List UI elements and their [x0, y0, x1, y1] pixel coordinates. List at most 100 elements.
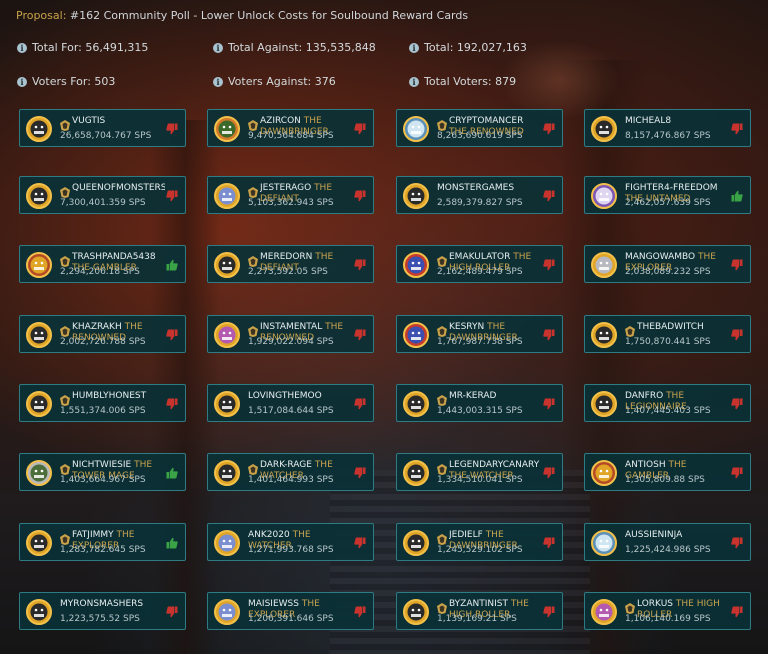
cross-emblem-icon	[437, 599, 447, 614]
voter-name[interactable]: THEBADWITCH	[637, 322, 730, 333]
voter-username: MANGOWAMBO	[625, 252, 696, 262]
goblin-icon	[25, 529, 53, 557]
voter-card[interactable]: ANTIOSH THE GAMBLER 1,305,809.88 SPS	[584, 453, 751, 491]
voter-card[interactable]: MR-KERAD 1,443,003.315 SPS	[396, 384, 563, 422]
voter-card[interactable]: ANK2020 THE WATCHER 1,271,993.768 SPS	[207, 523, 374, 561]
voter-sps-amount: 1,206,391.646 SPS	[248, 614, 334, 624]
info-icon[interactable]: i	[213, 42, 223, 53]
goblin-icon	[402, 459, 430, 487]
voter-sps-amount: 9,470,564.684 SPS	[248, 131, 334, 141]
voter-card[interactable]: DARK-RAGE THE WATCHER 1,401,464.993 SPS	[207, 453, 374, 491]
voter-sps-amount: 1,443,003.315 SPS	[437, 406, 523, 416]
voter-sps-amount: 2,038,089.232 SPS	[625, 267, 711, 277]
thumbs-down-icon	[543, 123, 555, 135]
mage-icon	[213, 321, 241, 349]
voter-name[interactable]: MYRONSMASHERS	[60, 599, 165, 610]
thumbs-down-icon	[354, 190, 366, 202]
voter-card[interactable]: MONSTERGAMES 2,589,379.827 SPS	[396, 176, 563, 214]
voter-card[interactable]: FATJIMMY THE EXPLORER 1,283,782.645 SPS	[19, 523, 186, 561]
voter-username: AUSSIENINJA	[625, 530, 683, 540]
gem-emblem-icon	[60, 183, 70, 198]
star-emblem-icon	[248, 183, 258, 198]
voter-name[interactable]: MR-KERAD	[449, 391, 542, 402]
goblin-icon	[590, 390, 618, 418]
voter-card[interactable]: JEDIELF THE DAWNBRINGER 1,245,529.102 SPS	[396, 523, 563, 561]
voter-card[interactable]: LEGENDARYCANARY THE WATCHER 1,334,510.041…	[396, 453, 563, 491]
voter-username: LOVINGTHEMOO	[248, 391, 322, 401]
voter-card[interactable]: MICHEAL8 8,157,476.867 SPS	[584, 109, 751, 147]
voter-card[interactable]: VUGTIS 26,658,704.767 SPS	[19, 109, 186, 147]
thumbs-down-icon	[543, 467, 555, 479]
voter-card[interactable]: MEREDORN THE DEFIANT 2,273,592.05 SPS	[207, 245, 374, 283]
beast-icon	[25, 251, 53, 279]
voters-against-text: Voters Against: 376	[228, 75, 336, 88]
voter-card[interactable]: FIGHTER4-FREEDOM THE UNTAMED 2,462,057.63…	[584, 176, 751, 214]
voter-card[interactable]: KHAZRAKH THE RENOWNED 2,002,726.788 SPS	[19, 315, 186, 353]
voter-sps-amount: 26,658,704.767 SPS	[60, 131, 152, 141]
voter-card[interactable]: MANGOWAMBO THE EXPLORER 2,038,089.232 SPS	[584, 245, 751, 283]
voter-card[interactable]: JESTERAGO THE DEFIANT 5,103,362.943 SPS	[207, 176, 374, 214]
thumbs-up-icon	[166, 259, 178, 271]
thumbs-down-icon	[354, 537, 366, 549]
info-icon[interactable]: i	[409, 76, 419, 87]
voter-card[interactable]: AUSSIENINJA 1,225,424.986 SPS	[584, 523, 751, 561]
voter-card[interactable]: THEBADWITCH 1,750,870.441 SPS	[584, 315, 751, 353]
voter-card[interactable]: DANFRO THE LEGIONNAIRE 1,407,445.403 SPS	[584, 384, 751, 422]
voter-card[interactable]: KESRYN THE DAWNBRINGER 1,767,987.738 SPS	[396, 315, 563, 353]
voter-name[interactable]: VUGTIS	[72, 116, 165, 127]
goblin-icon	[402, 182, 430, 210]
voter-card[interactable]: NICHTWIESIE THE TOWER MAGE 1,403,664.967 …	[19, 453, 186, 491]
thumbs-down-icon	[354, 398, 366, 410]
thumbs-down-icon	[731, 537, 743, 549]
tower-emblem-icon	[437, 391, 447, 406]
voter-name[interactable]: MONSTERGAMES	[437, 183, 542, 194]
total-voters-stat: i Total Voters: 879	[409, 75, 516, 88]
voter-username: MAISIEWSS	[248, 599, 299, 609]
goblin-icon	[25, 598, 53, 626]
thumbs-down-icon	[731, 606, 743, 618]
voter-card[interactable]: BYZANTINIST THE HIGH ROLLER 1,139,169.21 …	[396, 592, 563, 630]
voter-card[interactable]: CRYPTOMANCER THE RENOWNED 8,263,690.619 S…	[396, 109, 563, 147]
voter-sps-amount: 1,334,510.041 SPS	[437, 475, 523, 485]
voter-sps-amount: 2,462,057.639 SPS	[625, 198, 711, 208]
voter-card[interactable]: HUMBLYHONEST 1,551,374.006 SPS	[19, 384, 186, 422]
voter-card[interactable]: LORKUS THE HIGH ROLLER 1,106,140.169 SPS	[584, 592, 751, 630]
voter-name[interactable]: LOVINGTHEMOO	[248, 391, 353, 402]
voter-card[interactable]: AZIRCON THE DAWNBRINGER 9,470,564.684 SPS	[207, 109, 374, 147]
voter-card[interactable]: QUEENOFMONSTERS 7,300,401.359 SPS	[19, 176, 186, 214]
info-icon[interactable]: i	[17, 42, 27, 53]
crest-emblem-icon	[437, 530, 447, 545]
knight-icon	[213, 529, 241, 557]
voter-name[interactable]: MICHEAL8	[625, 116, 730, 127]
goblin-icon	[590, 115, 618, 143]
voter-name[interactable]: AUSSIENINJA	[625, 530, 730, 541]
voter-card[interactable]: INSTAMENTAL THE RENOWNED 1,929,022.094 SP…	[207, 315, 374, 353]
voter-username: KESRYN	[449, 322, 485, 332]
voter-card[interactable]: MAISIEWSS THE EXPLORER 1,206,391.646 SPS	[207, 592, 374, 630]
voter-card[interactable]: LOVINGTHEMOO 1,517,084.644 SPS	[207, 384, 374, 422]
voters-for-text: Voters For: 503	[32, 75, 116, 88]
total-stat: i Total: 192,027,163	[409, 41, 527, 54]
info-icon[interactable]: i	[213, 76, 223, 87]
voter-card[interactable]: MYRONSMASHERS 1,223,575.52 SPS	[19, 592, 186, 630]
warrior-icon	[402, 321, 430, 349]
voter-name[interactable]: HUMBLYHONEST	[72, 391, 165, 402]
info-icon[interactable]: i	[17, 76, 27, 87]
total-text: Total: 192,027,163	[424, 41, 527, 54]
voter-card[interactable]: TRASHPANDA5438 THE GAMBLER 2,294,206.18 S…	[19, 245, 186, 283]
info-icon[interactable]: i	[409, 42, 419, 53]
voter-card[interactable]: EMAKULATOR THE HIGH ROLLER 2,162,489.479 …	[396, 245, 563, 283]
total-against-stat: i Total Against: 135,535,848	[213, 41, 376, 54]
voter-name[interactable]: QUEENOFMONSTERS	[72, 183, 165, 194]
voter-sps-amount: 1,517,084.644 SPS	[248, 406, 334, 416]
thumbs-down-icon	[543, 259, 555, 271]
proposal-text: #162 Community Poll - Lower Unlock Costs…	[69, 9, 469, 22]
voter-username: MICHEAL8	[625, 116, 672, 126]
elf-icon	[25, 459, 53, 487]
voter-username: KHAZRAKH	[72, 322, 122, 332]
proposal-title: Proposal: #162 Community Poll - Lower Un…	[16, 9, 468, 22]
thumbs-down-icon	[354, 259, 366, 271]
voter-sps-amount: 2,162,489.479 SPS	[437, 267, 523, 277]
voter-sps-amount: 1,407,445.403 SPS	[625, 406, 711, 416]
thumbs-down-icon	[543, 537, 555, 549]
